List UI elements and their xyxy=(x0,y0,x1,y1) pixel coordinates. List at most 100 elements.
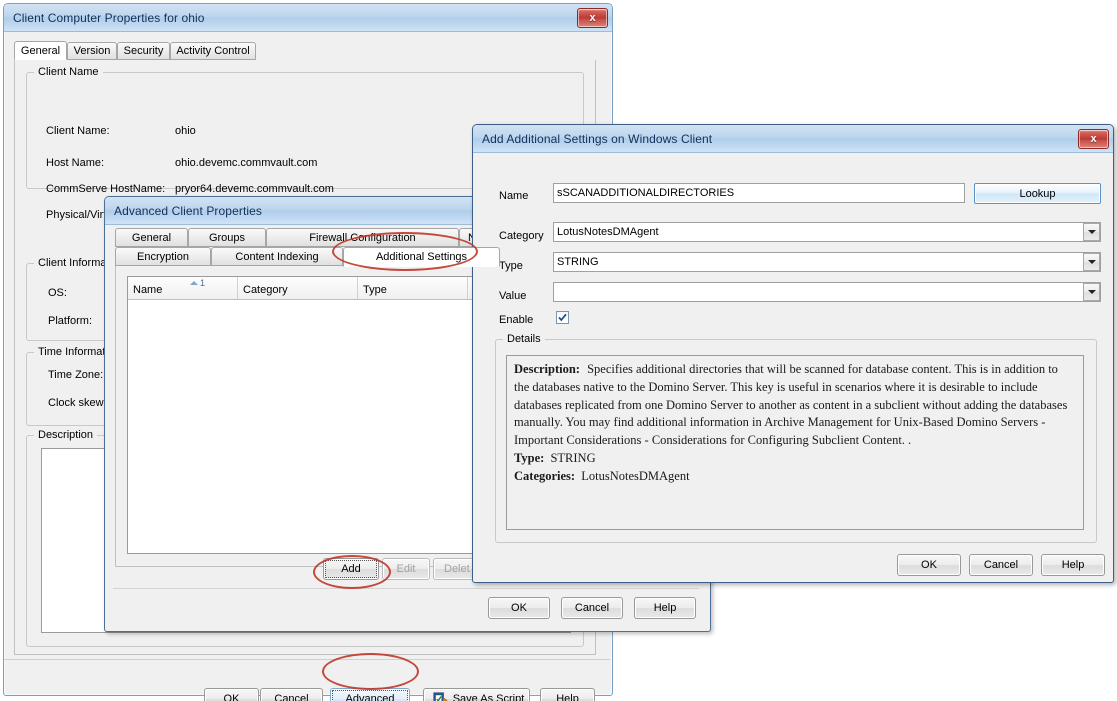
client-information-group-title: Client Informa xyxy=(34,257,110,269)
time-information-group-title: Time Informati xyxy=(34,346,112,358)
clock-skew-label: Clock skew xyxy=(48,397,104,409)
category-value: LotusNotesDMAgent xyxy=(554,226,1083,238)
chevron-down-icon[interactable] xyxy=(1083,283,1100,301)
adv-tab-encryption-label: Encryption xyxy=(137,251,189,263)
name-input-value: sSCANADDITIONALDIRECTORIES xyxy=(557,187,734,199)
column-header-category-label: Category xyxy=(243,284,288,296)
host-name-value: ohio.devemc.commvault.com xyxy=(175,157,317,169)
adv-cancel-label: Cancel xyxy=(575,602,609,614)
screen-root: Client Computer Properties for ohio x Ge… xyxy=(0,0,1117,701)
enable-field-label: Enable xyxy=(499,314,533,326)
sort-indicator: 1 xyxy=(190,278,205,288)
lookup-button[interactable]: Lookup xyxy=(974,183,1101,204)
category-combobox[interactable]: LotusNotesDMAgent xyxy=(553,222,1101,242)
add-settings-window-title: Add Additional Settings on Windows Clien… xyxy=(482,132,1078,146)
details-categories-value: LotusNotesDMAgent xyxy=(581,469,689,483)
adv-tab-general-label: General xyxy=(132,232,171,244)
adv-tab-content-indexing[interactable]: Content Indexing xyxy=(211,247,343,266)
main-tabstrip: General Version Security Activity Contro… xyxy=(14,41,594,61)
main-cancel-label: Cancel xyxy=(274,693,308,701)
column-header-name[interactable]: 1 Name xyxy=(128,277,238,299)
details-categories-label: Categories: xyxy=(514,469,575,483)
adv-ok-button[interactable]: OK xyxy=(488,597,550,619)
add-button-label: Add xyxy=(341,563,361,575)
add-settings-cancel-label: Cancel xyxy=(984,559,1018,571)
tab-version-label: Version xyxy=(74,45,111,57)
os-label: OS: xyxy=(48,287,67,299)
value-combobox[interactable] xyxy=(553,282,1101,302)
tab-general-label: General xyxy=(21,45,60,57)
add-settings-ok-label: OK xyxy=(921,559,937,571)
adv-footer-separator xyxy=(113,588,699,589)
client-name-label: Client Name: xyxy=(46,125,110,137)
add-settings-help-button[interactable]: Help xyxy=(1041,554,1105,576)
adv-tab-general[interactable]: General xyxy=(115,228,188,247)
adv-tab-firewall-configuration[interactable]: Firewall Configuration xyxy=(266,228,459,247)
details-group-title: Details xyxy=(503,333,545,345)
adv-tab-additional-settings-label: Additional Settings xyxy=(376,251,467,263)
add-settings-help-label: Help xyxy=(1062,559,1085,571)
column-header-name-label: Name xyxy=(133,284,162,296)
sort-order-number: 1 xyxy=(200,278,205,288)
tab-activity-control[interactable]: Activity Control xyxy=(170,42,256,60)
main-footer-separator xyxy=(4,659,610,660)
adv-tab-content-indexing-label: Content Indexing xyxy=(235,251,318,263)
tab-version[interactable]: Version xyxy=(67,42,117,60)
adv-tab-encryption[interactable]: Encryption xyxy=(115,247,211,266)
adv-cancel-button[interactable]: Cancel xyxy=(561,597,623,619)
name-field-label: Name xyxy=(499,190,528,202)
main-titlebar: Client Computer Properties for ohio x xyxy=(4,4,612,32)
add-settings-titlebar: Add Additional Settings on Windows Clien… xyxy=(473,125,1113,153)
close-icon[interactable]: x xyxy=(577,8,608,28)
tab-activity-control-label: Activity Control xyxy=(176,45,249,57)
tab-security[interactable]: Security xyxy=(117,42,170,60)
main-save-as-script-button[interactable]: Save As Script xyxy=(423,688,530,701)
enable-checkbox[interactable] xyxy=(556,311,569,324)
script-icon xyxy=(433,692,448,701)
sort-ascending-icon xyxy=(190,281,198,285)
details-description-text: Specifies additional directories that wi… xyxy=(514,362,1067,447)
add-additional-settings-window: Add Additional Settings on Windows Clien… xyxy=(472,124,1114,583)
main-advanced-button[interactable]: Advanced xyxy=(330,688,410,701)
delete-button-label: Delet xyxy=(444,563,470,575)
name-input[interactable]: sSCANADDITIONALDIRECTORIES xyxy=(553,183,965,203)
tab-security-label: Security xyxy=(124,45,164,57)
column-header-type[interactable]: Type xyxy=(358,277,468,299)
add-settings-cancel-button[interactable]: Cancel xyxy=(969,554,1033,576)
details-type-label: Type: xyxy=(514,451,544,465)
type-value: STRING xyxy=(554,256,1083,268)
main-cancel-button[interactable]: Cancel xyxy=(260,688,323,701)
check-icon xyxy=(557,312,568,323)
adv-tab-groups[interactable]: Groups xyxy=(188,228,266,247)
value-field-label: Value xyxy=(499,290,526,302)
adv-tab-additional-settings[interactable]: Additional Settings xyxy=(343,247,500,267)
commserve-hostname-label: CommServe HostName: xyxy=(46,183,165,195)
main-ok-label: OK xyxy=(224,693,240,701)
main-advanced-label: Advanced xyxy=(346,693,395,701)
lookup-button-label: Lookup xyxy=(1019,188,1055,200)
close-icon[interactable]: x xyxy=(1078,129,1109,149)
details-description-label: Description: xyxy=(514,362,580,376)
host-name-label: Host Name: xyxy=(46,157,104,169)
main-help-button[interactable]: Help xyxy=(540,688,595,701)
details-type-row: Type: STRING xyxy=(514,450,1076,468)
main-ok-button[interactable]: OK xyxy=(204,688,259,701)
column-header-category[interactable]: Category xyxy=(238,277,358,299)
add-settings-ok-button[interactable]: OK xyxy=(897,554,961,576)
time-zone-label: Time Zone: xyxy=(48,369,103,381)
chevron-down-icon[interactable] xyxy=(1083,223,1100,241)
add-button[interactable]: Add xyxy=(323,558,379,580)
client-name-group-title: Client Name xyxy=(34,66,103,78)
details-type-value: STRING xyxy=(550,451,595,465)
adv-help-button[interactable]: Help xyxy=(634,597,696,619)
main-window-title: Client Computer Properties for ohio xyxy=(13,11,577,25)
tab-general[interactable]: General xyxy=(14,41,67,60)
type-combobox[interactable]: STRING xyxy=(553,252,1101,272)
main-save-as-script-label: Save As Script xyxy=(453,693,525,701)
category-field-label: Category xyxy=(499,230,544,242)
chevron-down-icon[interactable] xyxy=(1083,253,1100,271)
adv-tab-groups-label: Groups xyxy=(209,232,245,244)
edit-button-label: Edit xyxy=(397,563,416,575)
client-name-value: ohio xyxy=(175,125,196,137)
details-description-panel: Description: Specifies additional direct… xyxy=(506,355,1084,530)
